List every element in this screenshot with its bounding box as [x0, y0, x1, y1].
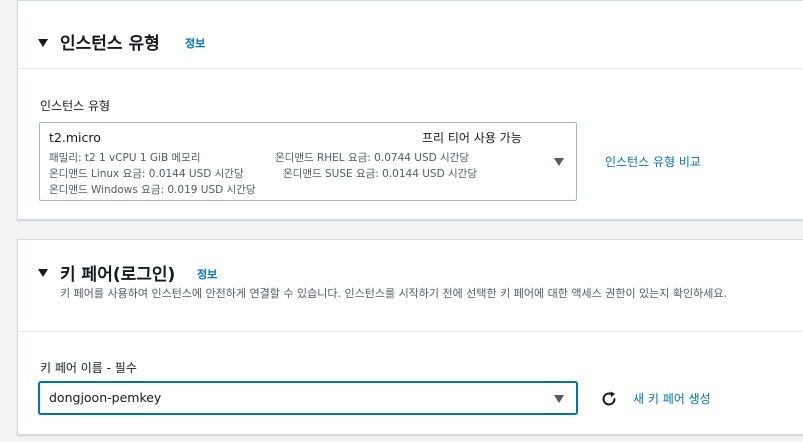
key-pair-panel: 키 페어(로그인) 정보 키 페어를 사용하여 인스턴스에 안전하게 연결할 수…	[17, 239, 803, 435]
windows-price-line: 온디맨드 Windows 요금: 0.019 USD 시간당	[49, 184, 256, 196]
linux-price-line: 온디맨드 Linux 요금: 0.0144 USD 시간당	[49, 168, 244, 180]
key-pair-description: 키 페어를 사용하여 인스턴스에 안전하게 연결할 수 있습니다. 인스턴스를 …	[60, 287, 728, 300]
instance-type-name: t2.micro	[49, 130, 101, 145]
key-pair-info-link[interactable]: 정보	[197, 266, 217, 282]
instance-type-panel: 인스턴스 유형 정보 인스턴스 유형 t2.micro 프리 티어 사용 가능 …	[17, 0, 803, 220]
create-key-pair-link[interactable]: 새 키 페어 생성	[633, 390, 711, 407]
free-tier-badge: 프리 티어 사용 가능	[422, 131, 522, 145]
instance-type-label: 인스턴스 유형	[40, 99, 111, 113]
key-pair-select[interactable]: dongjoon-pemkey	[39, 382, 577, 414]
caret-down-icon	[554, 158, 564, 166]
caret-down-icon	[554, 395, 564, 403]
key-pair-header: 키 페어(로그인) 정보 키 페어를 사용하여 인스턴스에 안전하게 연결할 수…	[18, 240, 803, 332]
collapse-caret-icon[interactable]	[38, 269, 48, 277]
instance-type-header: 인스턴스 유형 정보	[18, 0, 803, 69]
refresh-icon[interactable]	[600, 390, 618, 408]
key-pair-name-label: 키 페어 이름 - 필수	[40, 361, 137, 375]
compare-instance-types-link[interactable]: 인스턴스 유형 비교	[605, 153, 701, 170]
key-pair-title: 키 페어(로그인)	[60, 265, 176, 285]
instance-family-line: 패밀리: t2 1 vCPU 1 GiB 메모리	[49, 152, 201, 164]
instance-type-info-link[interactable]: 정보	[185, 35, 205, 51]
instance-type-select[interactable]: t2.micro 프리 티어 사용 가능 패밀리: t2 1 vCPU 1 Gi…	[39, 122, 577, 201]
rhel-price-line: 온디맨드 RHEL 요금: 0.0744 USD 시간당	[275, 152, 470, 164]
suse-price-line: 온디맨드 SUSE 요금: 0.0144 USD 시간당	[283, 168, 477, 180]
key-pair-selected-value: dongjoon-pemkey	[49, 390, 162, 405]
instance-type-title: 인스턴스 유형	[60, 34, 160, 54]
collapse-caret-icon[interactable]	[38, 39, 48, 47]
